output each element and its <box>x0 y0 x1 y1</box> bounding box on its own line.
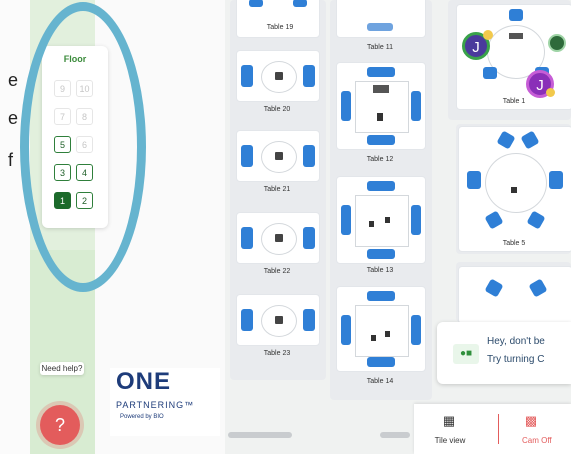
table-23-label: Table 23 <box>263 350 291 357</box>
cut-off-text-1: e <box>8 70 19 90</box>
table-tile-partial[interactable] <box>458 266 571 324</box>
cut-off-text-2: e <box>8 108 19 128</box>
chair-icon <box>341 91 351 121</box>
table-21-tile[interactable] <box>236 130 320 182</box>
table-19-tile[interactable] <box>236 0 320 38</box>
chair-icon <box>303 145 315 167</box>
highlight-ellipse <box>20 2 146 292</box>
chair-icon <box>526 210 546 230</box>
chair-icon <box>483 67 497 79</box>
laptop-icon <box>275 316 283 324</box>
cut-off-text-3: f <box>8 150 14 170</box>
table-19-label: Table 19 <box>266 24 294 31</box>
table-22-tile[interactable] <box>236 212 320 264</box>
table-12-tile[interactable] <box>336 62 426 150</box>
table-11-tile[interactable] <box>336 0 426 38</box>
cup-icon <box>369 221 374 227</box>
need-help-label: Need help? <box>40 362 84 375</box>
mic-camera-icon: ●■ <box>453 344 479 364</box>
chair-icon <box>367 23 393 31</box>
laptop-icon <box>373 85 389 93</box>
table-1-label: Table 1 <box>502 98 526 105</box>
chair-icon <box>241 65 253 87</box>
cup-icon <box>377 113 383 121</box>
tile-view-label: Tile view <box>434 436 466 445</box>
table-20-tile[interactable] <box>236 50 320 102</box>
chair-icon <box>341 315 351 345</box>
chair-icon <box>367 249 395 259</box>
chair-icon <box>241 145 253 167</box>
cam-off-label: Cam Off <box>522 436 552 445</box>
table-top <box>485 153 547 213</box>
logo-powered-by: Powered by BIO <box>120 414 164 420</box>
chair-icon <box>293 0 307 7</box>
laptop-icon <box>509 33 523 39</box>
table-23-tile[interactable] <box>236 294 320 346</box>
chair-icon <box>303 309 315 331</box>
cup-icon <box>385 331 390 337</box>
toast-line-2: Try turning C <box>487 354 545 365</box>
cam-off-button[interactable]: ▩ Cam Off <box>504 404 571 454</box>
left-cut-margin <box>0 0 30 454</box>
chair-icon <box>496 130 516 150</box>
horizontal-scrollbar[interactable] <box>228 432 292 438</box>
notification-toast: ●■ Hey, don't be Try turning C <box>437 322 571 384</box>
chair-icon <box>303 65 315 87</box>
cup-icon <box>511 187 517 193</box>
laptop-icon <box>275 72 283 80</box>
chair-icon <box>484 278 504 298</box>
chair-icon <box>509 9 523 21</box>
chair-icon <box>367 181 395 191</box>
one-partnering-logo: ONE PARTNERING™ Powered by BIO <box>110 368 220 436</box>
chair-icon <box>411 315 421 345</box>
logo-sub-text: PARTNERING™ <box>116 400 195 410</box>
video-frame: e e f Table 19 Table 20 Table 21 Table 2… <box>0 0 571 454</box>
badge-icon <box>546 88 555 97</box>
divider <box>498 414 499 444</box>
table-5-label: Table 5 <box>502 240 526 247</box>
chair-icon <box>241 309 253 331</box>
table-12-label: Table 12 <box>366 156 394 163</box>
chair-icon <box>367 357 395 367</box>
table-14-tile[interactable] <box>336 286 426 372</box>
table-top <box>355 195 409 247</box>
tile-view-button[interactable]: ▦ Tile view <box>414 404 494 454</box>
cup-icon <box>385 217 390 223</box>
laptop-icon <box>275 234 283 242</box>
cup-icon <box>371 335 376 341</box>
chair-icon <box>341 205 351 235</box>
chair-icon <box>367 135 395 145</box>
laptop-icon <box>275 152 283 160</box>
chair-icon <box>303 227 315 249</box>
table-13-tile[interactable] <box>336 176 426 264</box>
chair-icon <box>241 227 253 249</box>
camera-off-icon: ▩ <box>524 413 538 428</box>
table-14-label: Table 14 <box>366 378 394 385</box>
avatar-partial[interactable] <box>548 34 566 52</box>
grid-icon: ▦ <box>442 413 456 428</box>
chair-icon <box>467 171 481 189</box>
chair-icon <box>367 291 395 301</box>
chair-icon <box>411 205 421 235</box>
table-top <box>355 305 409 357</box>
table-13-label: Table 13 <box>366 267 394 274</box>
bottom-toolbar: ▦ Tile view ▩ Cam Off <box>414 404 571 454</box>
chair-icon <box>520 130 540 150</box>
table-11-label: Table 11 <box>367 44 393 51</box>
chair-icon <box>484 210 504 230</box>
help-button[interactable]: ? <box>40 405 80 445</box>
table-21-label: Table 21 <box>263 186 291 193</box>
toast-line-1: Hey, don't be <box>487 336 545 347</box>
badge-icon <box>483 30 493 40</box>
chair-icon <box>249 0 263 7</box>
chair-icon <box>528 278 548 298</box>
table-20-label: Table 20 <box>263 106 291 113</box>
horizontal-scrollbar-2[interactable] <box>380 432 410 438</box>
chair-icon <box>367 67 395 77</box>
chair-icon <box>411 91 421 121</box>
chair-icon <box>549 171 563 189</box>
table-22-label: Table 22 <box>263 268 291 275</box>
table-5-tile[interactable] <box>458 126 571 252</box>
logo-main-text: ONE <box>116 368 172 395</box>
